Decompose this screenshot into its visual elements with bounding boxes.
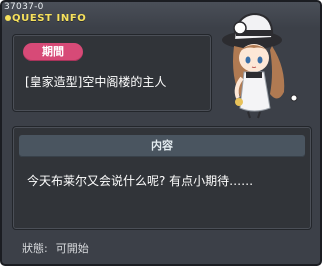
period-panel: 期間 [皇家造型]空中阁楼的主人 (12, 34, 212, 112)
status-label: 狀態: (22, 242, 48, 255)
window-title: QUEST INFO (12, 13, 87, 24)
status-line: 狀態: 可開始 (22, 240, 89, 256)
hat-flower (233, 21, 247, 35)
npc-girl-portrait-icon (222, 12, 298, 119)
status-value: 可開始 (55, 242, 89, 255)
quest-id: 37037-0 (4, 2, 44, 12)
hair-right (270, 46, 285, 99)
flower (235, 98, 243, 106)
small-flower (290, 94, 298, 102)
dress-collar (246, 72, 262, 78)
content-header: 内容 (19, 135, 305, 157)
eye-left (245, 56, 251, 64)
quest-info-window: 37037-0 QUEST INFO 期間 [皇家造型]空中阁楼的主人 内容 今… (0, 0, 322, 266)
content-panel: 内容 今天布莱尔又会说什么呢? 有点小期待…… (12, 126, 312, 230)
mouth (251, 66, 257, 68)
legs (247, 111, 261, 119)
quest-info-icon (5, 15, 11, 21)
period-badge: 期間 (23, 43, 83, 61)
quest-description: 今天布莱尔又会说什么呢? 有点小期待…… (27, 174, 254, 188)
eye-right (257, 56, 263, 64)
quest-name: [皇家造型]空中阁楼的主人 (25, 75, 167, 89)
